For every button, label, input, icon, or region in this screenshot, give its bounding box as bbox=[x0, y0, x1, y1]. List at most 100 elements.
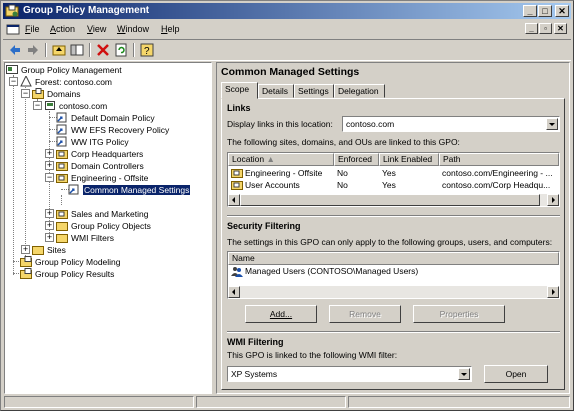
expander-sites[interactable]: + bbox=[21, 245, 30, 254]
help-icon[interactable]: ? bbox=[139, 42, 155, 58]
tab-scope[interactable]: Scope bbox=[221, 82, 258, 99]
column-link-enabled[interactable]: Link Enabled bbox=[379, 153, 439, 166]
tree-item-wmi-filters[interactable]: WMI Filters bbox=[56, 231, 114, 244]
chevron-down-icon[interactable] bbox=[458, 368, 470, 380]
tree-root[interactable]: Group Policy Management bbox=[6, 63, 122, 75]
remove-button[interactable]: Remove bbox=[329, 305, 401, 323]
column-path[interactable]: Path bbox=[439, 153, 559, 166]
toolbar: ? bbox=[3, 39, 571, 61]
close-button[interactable]: ✕ bbox=[555, 5, 569, 17]
wmi-filtering-heading: WMI Filtering bbox=[227, 337, 284, 347]
tab-details[interactable]: Details bbox=[258, 84, 294, 98]
tree-sites[interactable]: Sites bbox=[32, 243, 66, 256]
security-horizontal-scrollbar[interactable] bbox=[228, 286, 559, 298]
column-name[interactable]: Name bbox=[228, 252, 559, 265]
links-list[interactable]: Location ▲ Enforced Link Enabled Path En… bbox=[227, 152, 560, 207]
child-close-button[interactable]: ✕ bbox=[554, 23, 567, 34]
tree-domain[interactable]: contoso.com bbox=[44, 99, 107, 111]
display-links-location-dropdown[interactable]: contoso.com bbox=[342, 116, 560, 132]
properties-button[interactable]: Properties bbox=[413, 305, 505, 323]
child-restore-button[interactable]: ▫ bbox=[539, 23, 552, 34]
tree-item-engineering-offsite[interactable]: Engineering - Offsite bbox=[56, 171, 148, 184]
title-bar[interactable]: Group Policy Management _ □ ✕ bbox=[3, 3, 571, 19]
expander-wmi-filters[interactable]: + bbox=[45, 233, 54, 242]
add-button[interactable]: Add... bbox=[245, 305, 317, 323]
expander-forest[interactable]: − bbox=[9, 77, 18, 86]
ou-folder-icon bbox=[231, 181, 243, 190]
forward-arrow-icon[interactable] bbox=[25, 42, 41, 58]
window-title: Group Policy Management bbox=[23, 5, 150, 16]
show-hide-tree-icon[interactable] bbox=[69, 42, 85, 58]
security-item-label: Managed Users (CONTOSO\Managed Users) bbox=[245, 266, 419, 276]
menu-view[interactable]: View bbox=[87, 24, 106, 34]
ou-folder-icon bbox=[56, 210, 68, 220]
expander-corp-headquarters[interactable]: + bbox=[45, 149, 54, 158]
refresh-icon[interactable] bbox=[113, 42, 129, 58]
sites-folder-icon bbox=[32, 246, 44, 256]
minimize-button[interactable]: _ bbox=[523, 5, 537, 17]
cell-link-enabled: Yes bbox=[382, 180, 396, 190]
ou-folder-icon bbox=[56, 174, 68, 184]
console-tree[interactable]: Group Policy Management − Forest: contos… bbox=[4, 62, 212, 394]
gpo-folder-icon bbox=[56, 222, 68, 232]
domains-folder-icon bbox=[32, 88, 44, 100]
links-horizontal-scrollbar[interactable] bbox=[228, 194, 559, 206]
tree-domains[interactable]: Domains bbox=[32, 87, 81, 100]
tree-item-group-policy-objects[interactable]: Group Policy Objects bbox=[56, 219, 151, 232]
tree-forest[interactable]: Forest: contoso.com bbox=[20, 75, 112, 87]
maximize-button[interactable]: □ bbox=[538, 5, 552, 17]
expander-sales-and-marketing[interactable]: + bbox=[45, 209, 54, 218]
column-location[interactable]: Location ▲ bbox=[228, 153, 334, 166]
linked-note: The following sites, domains, and OUs ar… bbox=[227, 137, 460, 147]
tree-item-domain-controllers[interactable]: Domain Controllers bbox=[56, 159, 144, 172]
scroll-right-icon[interactable] bbox=[547, 286, 559, 298]
tree-item-common-managed-settings[interactable]: Common Managed Settings bbox=[68, 183, 192, 196]
expander-domain[interactable]: − bbox=[33, 101, 42, 110]
status-bar bbox=[4, 396, 570, 408]
up-folder-icon[interactable] bbox=[51, 42, 67, 58]
expander-domain-controllers[interactable]: + bbox=[45, 161, 54, 170]
status-cell bbox=[4, 396, 194, 408]
wmi-filter-dropdown[interactable]: XP Systems bbox=[227, 366, 472, 382]
ou-folder-icon bbox=[56, 150, 68, 160]
scroll-left-icon[interactable] bbox=[228, 194, 240, 206]
tree-item-sales-and-marketing[interactable]: Sales and Marketing bbox=[56, 207, 149, 220]
console-window-icon[interactable] bbox=[6, 23, 20, 36]
chevron-down-icon[interactable] bbox=[546, 118, 558, 130]
delete-icon[interactable] bbox=[95, 42, 111, 58]
child-minimize-button[interactable]: _ bbox=[525, 23, 538, 34]
links-heading: Links bbox=[227, 103, 251, 113]
tab-settings[interactable]: Settings bbox=[294, 84, 334, 98]
expander-group-policy-objects[interactable]: + bbox=[45, 221, 54, 230]
menu-file[interactable]: File bbox=[25, 24, 40, 34]
tree-item-ww-itg-policy[interactable]: WW ITG Policy bbox=[56, 135, 129, 147]
cell-location: User Accounts bbox=[245, 180, 300, 190]
scope-panel: Links Display links in this location: co… bbox=[221, 98, 565, 390]
back-arrow-icon[interactable] bbox=[7, 42, 23, 58]
wmi-note: This GPO is linked to the following WMI … bbox=[227, 350, 398, 360]
security-filter-list[interactable]: Name Managed Users (CONTOSO\Managed User… bbox=[227, 251, 560, 299]
tree-item-default-domain-policy[interactable]: Default Domain Policy bbox=[56, 111, 155, 123]
menu-action[interactable]: Action bbox=[50, 24, 75, 34]
open-wmi-filter-button[interactable]: Open bbox=[484, 365, 548, 383]
cell-enforced: No bbox=[337, 168, 348, 178]
security-note: The settings in this GPO can only apply … bbox=[227, 237, 553, 247]
tree-gp-modeling[interactable]: Group Policy Modeling bbox=[20, 255, 121, 268]
forest-icon bbox=[20, 76, 32, 87]
scroll-thumb[interactable] bbox=[240, 194, 540, 206]
tree-item-corp-headquarters[interactable]: Corp Headquarters bbox=[56, 147, 143, 160]
tree-item-ww-efs-recovery-policy[interactable]: WW EFS Recovery Policy bbox=[56, 123, 169, 135]
tree-gp-results[interactable]: Group Policy Results bbox=[20, 267, 114, 280]
wmi-filter-value: XP Systems bbox=[231, 369, 278, 379]
gpmc-root-icon bbox=[6, 65, 18, 75]
tab-delegation[interactable]: Delegation bbox=[334, 84, 385, 98]
expander-domains[interactable]: − bbox=[21, 89, 30, 98]
column-enforced[interactable]: Enforced bbox=[334, 153, 379, 166]
scroll-right-icon[interactable] bbox=[547, 194, 559, 206]
scroll-left-icon[interactable] bbox=[228, 286, 240, 298]
menu-window[interactable]: Window bbox=[117, 24, 149, 34]
menu-help[interactable]: Help bbox=[161, 24, 180, 34]
expander-engineering-offsite[interactable]: − bbox=[45, 173, 54, 182]
modeling-icon bbox=[20, 256, 32, 268]
results-icon bbox=[20, 268, 32, 280]
